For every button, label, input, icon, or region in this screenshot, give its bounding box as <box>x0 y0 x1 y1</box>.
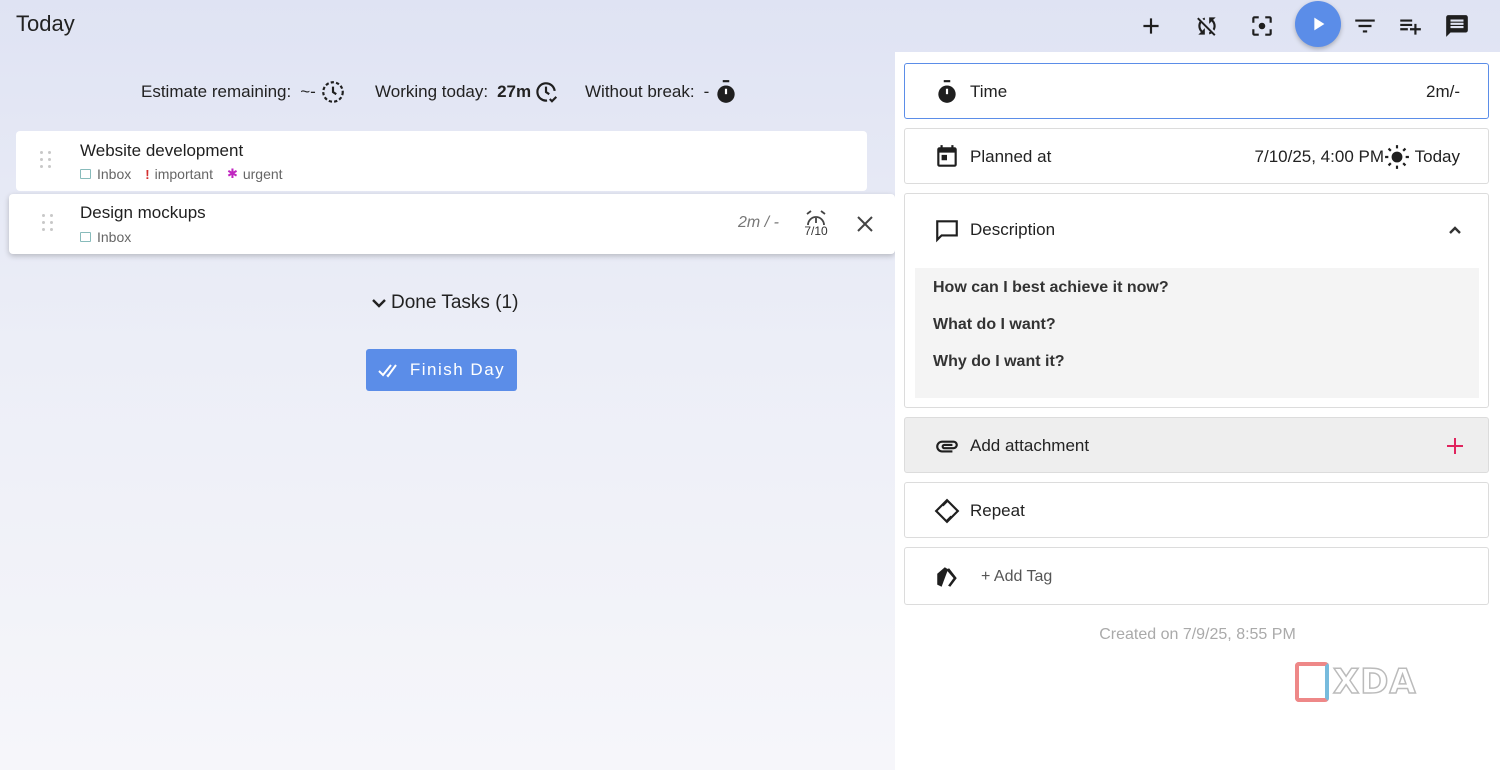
clock-check-icon <box>536 82 558 103</box>
add-task-button[interactable] <box>1133 8 1169 44</box>
plus-icon <box>1447 438 1463 454</box>
page-title: Today <box>16 11 75 36</box>
exclamation-icon: ! <box>145 166 150 182</box>
filter-button[interactable] <box>1347 8 1383 44</box>
asterisk-icon: ✱ <box>226 166 238 181</box>
chat-bubble-icon <box>933 216 961 244</box>
chevron-up-icon[interactable] <box>1446 221 1464 239</box>
chevron-down-icon <box>372 299 386 308</box>
description-editor[interactable]: How can I best achieve it now? What do I… <box>915 268 1479 398</box>
plus-icon <box>1143 18 1159 34</box>
sun-icon <box>1384 145 1409 169</box>
drag-handle-icon[interactable] <box>40 151 52 169</box>
tags-icon <box>933 563 961 591</box>
paperclip-icon <box>933 432 961 460</box>
notes-button[interactable] <box>1439 8 1475 44</box>
task-item[interactable]: Website development Inbox ! important ✱ … <box>16 131 867 191</box>
description-line: Why do I want it? <box>933 353 1065 370</box>
working-today: Working today: 27m <box>375 78 559 106</box>
task-title: Website development <box>80 141 244 160</box>
estimate-remaining: Estimate remaining: ~- <box>141 78 346 106</box>
add-tag-button[interactable]: + Add Tag <box>981 568 1052 586</box>
focus-mode-button[interactable] <box>1244 8 1280 44</box>
add-to-list-button[interactable] <box>1392 8 1428 44</box>
add-attachment-button[interactable] <box>1444 435 1466 457</box>
repeat-section[interactable]: Repeat <box>904 482 1489 538</box>
task-time-estimate[interactable]: 2m / - <box>738 214 779 232</box>
task-due-date[interactable]: 7/10 <box>799 209 833 243</box>
playlist-add-icon <box>1400 19 1421 35</box>
double-check-icon <box>378 364 397 378</box>
tag-important[interactable]: ! important <box>145 166 213 182</box>
calendar-icon <box>933 143 961 171</box>
xda-logo: XDA <box>1295 661 1417 703</box>
filter-icon <box>1355 19 1375 33</box>
top-bar: Today <box>0 0 1500 52</box>
task-tags: Inbox <box>80 229 145 245</box>
description-line: What do I want? <box>933 316 1056 333</box>
task-tags: Inbox ! important ✱ urgent <box>80 166 297 182</box>
attachment-section[interactable]: Add attachment <box>904 417 1489 473</box>
play-button[interactable] <box>1295 1 1341 47</box>
time-section[interactable]: Time 2m/- <box>904 63 1489 119</box>
finish-day-button[interactable]: Finish Day <box>366 349 517 391</box>
planned-datetime[interactable]: 7/10/25, 4:00 PM <box>1255 147 1384 167</box>
timer-icon <box>933 78 961 106</box>
inbox-icon <box>80 169 91 179</box>
work-stats: Estimate remaining: ~- Working today: 27… <box>0 78 895 106</box>
task-item-selected[interactable]: Design mockups Inbox 2m / - 7/10 <box>9 194 895 254</box>
done-tasks-toggle[interactable]: Done Tasks (1) <box>370 292 518 314</box>
timer-icon <box>717 80 735 103</box>
center-focus-icon <box>1252 16 1272 36</box>
description-header[interactable]: Description <box>905 194 1488 266</box>
inbox-icon <box>80 232 91 242</box>
created-date: Created on 7/9/25, 8:55 PM <box>1099 626 1296 643</box>
tag-section: + Add Tag <box>904 547 1489 605</box>
sync-off-button[interactable] <box>1189 8 1225 44</box>
close-icon <box>857 216 873 232</box>
description-line: How can I best achieve it now? <box>933 279 1169 296</box>
play-icon <box>1314 17 1325 31</box>
today-toggle[interactable]: Today <box>1384 144 1460 170</box>
tag-inbox[interactable]: Inbox <box>80 166 131 182</box>
close-task-button[interactable] <box>852 211 878 237</box>
tag-urgent[interactable]: ✱ urgent <box>227 166 283 182</box>
sync-disabled-icon <box>1197 17 1216 36</box>
comment-icon <box>1446 15 1468 37</box>
history-icon <box>321 81 344 103</box>
description-section: Description How can I best achieve it no… <box>904 193 1489 408</box>
planned-at-section[interactable]: Planned at 7/10/25, 4:00 PM Today <box>904 128 1489 184</box>
tag-inbox[interactable]: Inbox <box>80 229 131 245</box>
xda-logo-icon <box>1295 662 1329 702</box>
drag-handle-icon[interactable] <box>42 214 54 232</box>
repeat-icon <box>933 497 961 525</box>
without-break: Without break: - <box>585 78 739 106</box>
task-title: Design mockups <box>80 203 206 222</box>
